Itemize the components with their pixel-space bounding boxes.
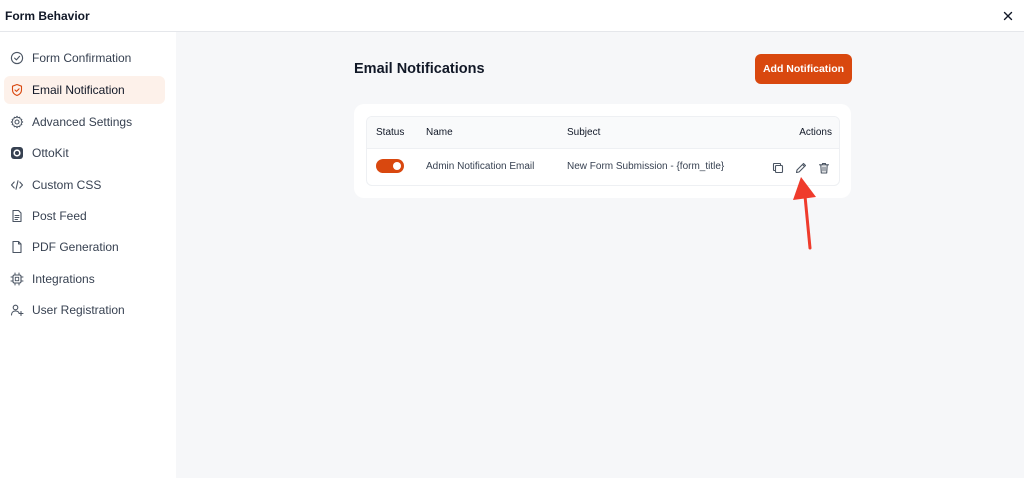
sidebar-item-advanced-settings[interactable]: Advanced Settings	[4, 108, 165, 136]
sidebar-item-label: Custom CSS	[32, 178, 102, 192]
sidebar-item-label: Integrations	[32, 272, 95, 286]
sidebar-item-label: Post Feed	[32, 209, 87, 223]
file-icon	[12, 240, 22, 254]
sidebar-item-user-registration[interactable]: User Registration	[4, 296, 165, 324]
sidebar: Form Confirmation Email Notification Adv…	[0, 32, 176, 478]
column-header-status: Status	[376, 127, 405, 138]
column-header-name: Name	[426, 127, 453, 138]
annotation-arrow	[793, 177, 816, 250]
duplicate-icon[interactable]	[771, 161, 785, 175]
code-icon	[10, 180, 24, 190]
page-title: Email Notifications	[354, 61, 485, 77]
window-title: Form Behavior	[5, 9, 90, 23]
close-icon[interactable]	[1000, 8, 1016, 24]
sidebar-item-label: Email Notification	[32, 83, 125, 97]
user-plus-icon	[10, 304, 24, 317]
document-text-icon	[12, 209, 22, 223]
title-bar: Form Behavior	[0, 0, 1024, 32]
notification-name: Admin Notification Email	[426, 161, 535, 172]
sidebar-item-label: Form Confirmation	[32, 51, 132, 65]
column-header-subject: Subject	[567, 127, 601, 138]
shield-icon	[11, 83, 23, 97]
notifications-card: Status Name Subject Actions Admin Notifi…	[354, 104, 851, 198]
column-header-actions: Actions	[799, 127, 832, 138]
notifications-table: Status Name Subject Actions Admin Notifi…	[366, 116, 840, 186]
toggle-knob	[393, 162, 401, 170]
sidebar-item-custom-css[interactable]: Custom CSS	[4, 171, 165, 199]
check-circle-icon	[10, 51, 24, 65]
sidebar-item-form-confirmation[interactable]: Form Confirmation	[4, 44, 165, 72]
sidebar-item-integrations[interactable]: Integrations	[4, 265, 165, 293]
gear-icon	[10, 115, 24, 129]
main-panel: Email Notifications Add Notification Sta…	[176, 32, 1024, 478]
sidebar-item-ottokit[interactable]: OttoKit	[4, 139, 165, 167]
sidebar-item-pdf-generation[interactable]: PDF Generation	[4, 233, 165, 261]
chip-icon	[10, 272, 24, 286]
sidebar-item-email-notification[interactable]: Email Notification	[4, 76, 165, 104]
ottokit-logo-icon	[11, 147, 23, 159]
sidebar-item-label: Advanced Settings	[32, 115, 133, 129]
add-notification-button[interactable]: Add Notification	[755, 54, 852, 84]
notification-subject: New Form Submission - {form_title}	[567, 161, 725, 172]
sidebar-item-label: PDF Generation	[32, 240, 119, 254]
table-row: Admin Notification Email New Form Submis…	[367, 149, 839, 185]
sidebar-item-post-feed[interactable]: Post Feed	[4, 202, 165, 230]
table-header: Status Name Subject Actions	[367, 117, 839, 149]
sidebar-item-label: OttoKit	[32, 146, 69, 160]
sidebar-item-label: User Registration	[32, 303, 125, 317]
status-toggle[interactable]	[376, 159, 404, 173]
